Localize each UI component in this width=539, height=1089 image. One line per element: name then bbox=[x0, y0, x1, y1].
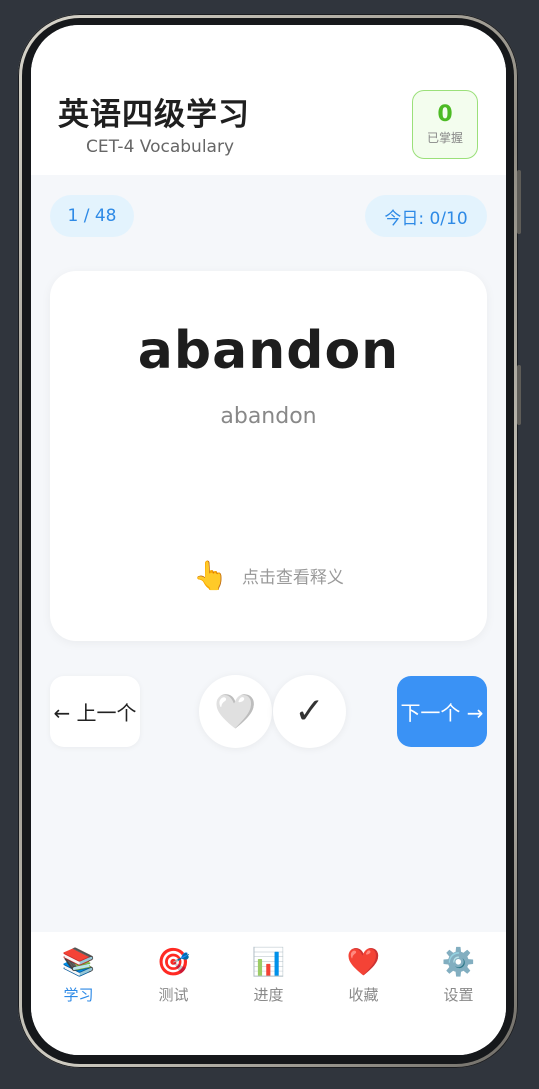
word-card[interactable]: abandon abandon 👆 点击查看释义 bbox=[50, 271, 487, 641]
tab-settings-label: 设置 bbox=[443, 986, 474, 1004]
target-icon: 🎯 bbox=[156, 947, 191, 978]
bar-chart-icon: 📊 bbox=[251, 947, 286, 978]
reveal-hint: 👆 点击查看释义 bbox=[50, 559, 487, 592]
mastered-count: 0 bbox=[437, 102, 453, 127]
tab-progress-label: 进度 bbox=[253, 986, 284, 1004]
side-button-upper bbox=[517, 170, 521, 234]
tab-test-label: 测试 bbox=[158, 986, 189, 1004]
pointing-hand-icon: 👆 bbox=[193, 559, 228, 592]
favorite-button[interactable]: 🤍 bbox=[199, 675, 272, 748]
next-button[interactable]: 下一个 → bbox=[397, 676, 487, 747]
bottom-tab-bar: 📚 学习 🎯 测试 📊 进度 ❤️ 收藏 ⚙️ 设置 bbox=[31, 932, 506, 1055]
gear-icon: ⚙️ bbox=[441, 947, 476, 978]
tab-test[interactable]: 🎯 测试 bbox=[126, 932, 221, 1055]
tab-settings[interactable]: ⚙️ 设置 bbox=[411, 932, 506, 1055]
page-title: 英语四级学习 bbox=[58, 97, 250, 133]
side-button-lower bbox=[517, 365, 521, 425]
tab-progress[interactable]: 📊 进度 bbox=[221, 932, 316, 1055]
reveal-hint-label: 点击查看释义 bbox=[241, 568, 344, 588]
tab-learn-label: 学习 bbox=[63, 986, 94, 1004]
tab-favorites[interactable]: ❤️ 收藏 bbox=[316, 932, 411, 1055]
word-text: abandon bbox=[137, 321, 400, 381]
tab-learn[interactable]: 📚 学习 bbox=[31, 932, 126, 1055]
mastered-label: 已掌握 bbox=[426, 131, 463, 145]
tab-favorites-label: 收藏 bbox=[348, 986, 379, 1004]
heart-icon: 🤍 bbox=[214, 691, 257, 732]
checkmark-icon: ✓ bbox=[294, 691, 325, 732]
app-screen: 英语四级学习 CET-4 Vocabulary 0 已掌握 1 / 48 今日:… bbox=[31, 25, 506, 1055]
page-subtitle: CET-4 Vocabulary bbox=[86, 137, 235, 157]
mastered-badge: 0 已掌握 bbox=[412, 90, 478, 159]
mark-mastered-button[interactable]: ✓ bbox=[273, 675, 346, 748]
books-icon: 📚 bbox=[61, 947, 96, 978]
phonetic-text: abandon bbox=[220, 404, 317, 429]
header: 英语四级学习 CET-4 Vocabulary 0 已掌握 bbox=[31, 25, 506, 175]
previous-button[interactable]: ← 上一个 bbox=[50, 676, 140, 747]
progress-counter: 1 / 48 bbox=[50, 195, 134, 237]
today-progress: 今日: 0/10 bbox=[365, 195, 487, 237]
heart-icon: ❤️ bbox=[346, 947, 381, 978]
